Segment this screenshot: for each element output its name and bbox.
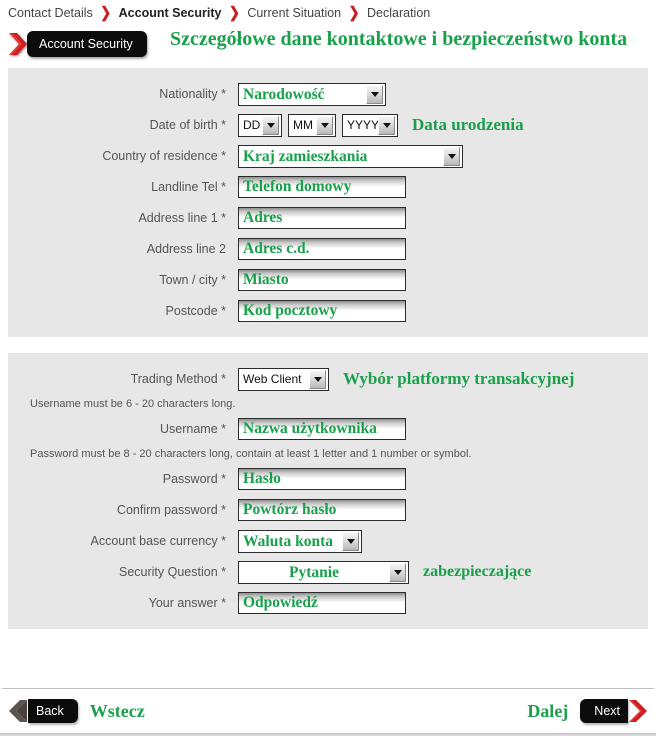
password-input[interactable]: Hasło	[238, 468, 406, 490]
chevron-down-icon[interactable]	[262, 115, 279, 135]
label-country-of-residence: Country of residence *	[102, 149, 226, 163]
label-password: Password *	[162, 472, 226, 486]
dob-day-value: DD	[243, 117, 261, 132]
breadcrumb-item-current-situation[interactable]: Current Situation	[247, 6, 341, 20]
dob-month-value: MM	[293, 117, 313, 132]
label-account-base-currency: Account base currency *	[90, 534, 227, 548]
password-hint: Password must be 8 - 20 characters long,…	[30, 448, 472, 460]
label-date-of-birth: Date of birth *	[149, 118, 226, 132]
country-of-residence-select[interactable]: Kraj zamieszkania	[238, 144, 463, 168]
field-row-your-answer: Your answer * Odpowiedź	[8, 588, 648, 618]
account-security-panel: Trading Method * Web Client Wybór platfo…	[8, 353, 648, 629]
field-row-postcode: Postcode * Kod pocztowy	[8, 296, 648, 326]
nationality-select[interactable]: Narodowość	[238, 82, 386, 106]
label-nationality: Nationality *	[159, 87, 226, 101]
account-base-currency-select[interactable]: Waluta konta	[238, 529, 362, 553]
next-button-note: Dalej	[527, 700, 569, 721]
dob-year-value: YYYY	[347, 117, 378, 132]
field-row-address-line-1: Address line 1 * Adres	[8, 203, 648, 233]
field-row-address-line-2: Address line 2 Adres c.d.	[8, 234, 648, 264]
label-confirm-password: Confirm password *	[116, 503, 226, 517]
label-username: Username *	[160, 422, 226, 436]
trading-method-value: Web Client	[243, 371, 302, 386]
field-row-date-of-birth: Date of birth * DD MM YYYY Data urodzeni…	[8, 110, 648, 140]
back-button-note: Wstecz	[89, 700, 145, 721]
chevron-left-icon	[8, 699, 28, 723]
field-row-confirm-password: Confirm password * Powtórz hasło	[8, 495, 648, 525]
step-badge-label: Account Security	[27, 31, 147, 57]
address-line-1-input[interactable]: Adres	[238, 207, 406, 229]
chevron-down-icon[interactable]	[342, 531, 359, 551]
breadcrumb: Contact Details ❯ Account Security ❯ Cur…	[0, 0, 656, 21]
page-title-row: Account Security Szczegółowe dane kontak…	[0, 26, 656, 68]
label-address-line-2: Address line 2	[146, 242, 226, 256]
next-button[interactable]: Dalej Next	[527, 699, 648, 723]
username-hint: Username must be 6 - 20 characters long.	[30, 398, 236, 410]
label-address-line-1: Address line 1 *	[138, 211, 226, 225]
note-date-of-birth: Data urodzenia	[412, 115, 524, 134]
field-row-town-city: Town / city * Miasto	[8, 265, 648, 295]
username-input[interactable]: Nazwa użytkownika	[238, 418, 406, 440]
chevron-right-icon: ❯	[348, 3, 360, 22]
panel-divider	[0, 337, 656, 353]
chevron-down-icon[interactable]	[316, 115, 333, 135]
postcode-input[interactable]: Kod pocztowy	[238, 300, 406, 322]
trading-method-select[interactable]: Web Client	[238, 367, 329, 391]
chevron-right-icon	[8, 31, 30, 57]
town-city-input[interactable]: Miasto	[238, 269, 406, 291]
field-row-password: Password * Hasło	[8, 464, 648, 494]
security-question-select[interactable]: Pytanie	[238, 560, 409, 584]
back-button-label: Back	[28, 699, 78, 723]
chevron-down-icon[interactable]	[309, 369, 326, 389]
country-of-residence-value: Kraj zamieszkania	[243, 147, 368, 165]
field-row-country-of-residence: Country of residence * Kraj zamieszkania	[8, 141, 648, 171]
landline-tel-input[interactable]: Telefon domowy	[238, 176, 406, 198]
chevron-down-icon[interactable]	[389, 562, 406, 582]
field-row-landline-tel: Landline Tel * Telefon domowy	[8, 172, 648, 202]
label-trading-method: Trading Method *	[130, 372, 226, 386]
dob-year-select[interactable]: YYYY	[342, 113, 398, 137]
confirm-password-input[interactable]: Powtórz hasło	[238, 499, 406, 521]
account-base-currency-value: Waluta konta	[243, 532, 334, 550]
nationality-select-value: Narodowość	[243, 85, 325, 103]
chevron-down-icon[interactable]	[366, 84, 383, 104]
note-security-question: zabezpieczające	[423, 563, 532, 580]
chevron-down-icon[interactable]	[378, 115, 395, 135]
address-line-2-input[interactable]: Adres c.d.	[238, 238, 406, 260]
label-postcode: Postcode *	[165, 304, 226, 318]
label-landline-tel: Landline Tel *	[151, 180, 226, 194]
label-town-city: Town / city *	[159, 273, 226, 287]
field-row-security-question: Security Question * Pytanie zabezpieczaj…	[8, 557, 648, 587]
next-button-label: Next	[580, 699, 628, 723]
security-question-value: Pytanie	[289, 563, 339, 581]
your-answer-input[interactable]: Odpowiedź	[238, 592, 406, 614]
back-button[interactable]: Back Wstecz	[8, 699, 145, 723]
breadcrumb-item-declaration[interactable]: Declaration	[367, 6, 430, 20]
footer: Back Wstecz Dalej Next	[0, 688, 656, 736]
field-row-account-base-currency: Account base currency * Waluta konta	[8, 526, 648, 556]
field-row-nationality: Nationality * Narodowość	[8, 79, 648, 109]
dob-day-select[interactable]: DD	[238, 113, 282, 137]
breadcrumb-item-contact-details[interactable]: Contact Details	[8, 6, 93, 20]
breadcrumb-item-account-security[interactable]: Account Security	[119, 6, 222, 20]
field-row-username: Username * Nazwa użytkownika	[8, 414, 648, 444]
chevron-right-icon: ❯	[228, 3, 240, 22]
step-badge-account-security[interactable]: Account Security	[8, 31, 147, 57]
contact-details-panel: Nationality * Narodowość Date of birth *…	[8, 68, 648, 337]
label-your-answer: Your answer *	[148, 596, 226, 610]
chevron-down-icon[interactable]	[443, 146, 460, 166]
page-title: Szczegółowe dane kontaktowe i bezpieczeń…	[170, 28, 628, 50]
chevron-right-icon: ❯	[100, 3, 112, 22]
label-security-question: Security Question *	[119, 565, 226, 579]
dob-month-select[interactable]: MM	[288, 113, 336, 137]
note-trading-method: Wybór platformy transakcyjnej	[343, 369, 575, 388]
chevron-right-icon	[628, 699, 648, 723]
field-row-trading-method: Trading Method * Web Client Wybór platfo…	[8, 364, 648, 394]
